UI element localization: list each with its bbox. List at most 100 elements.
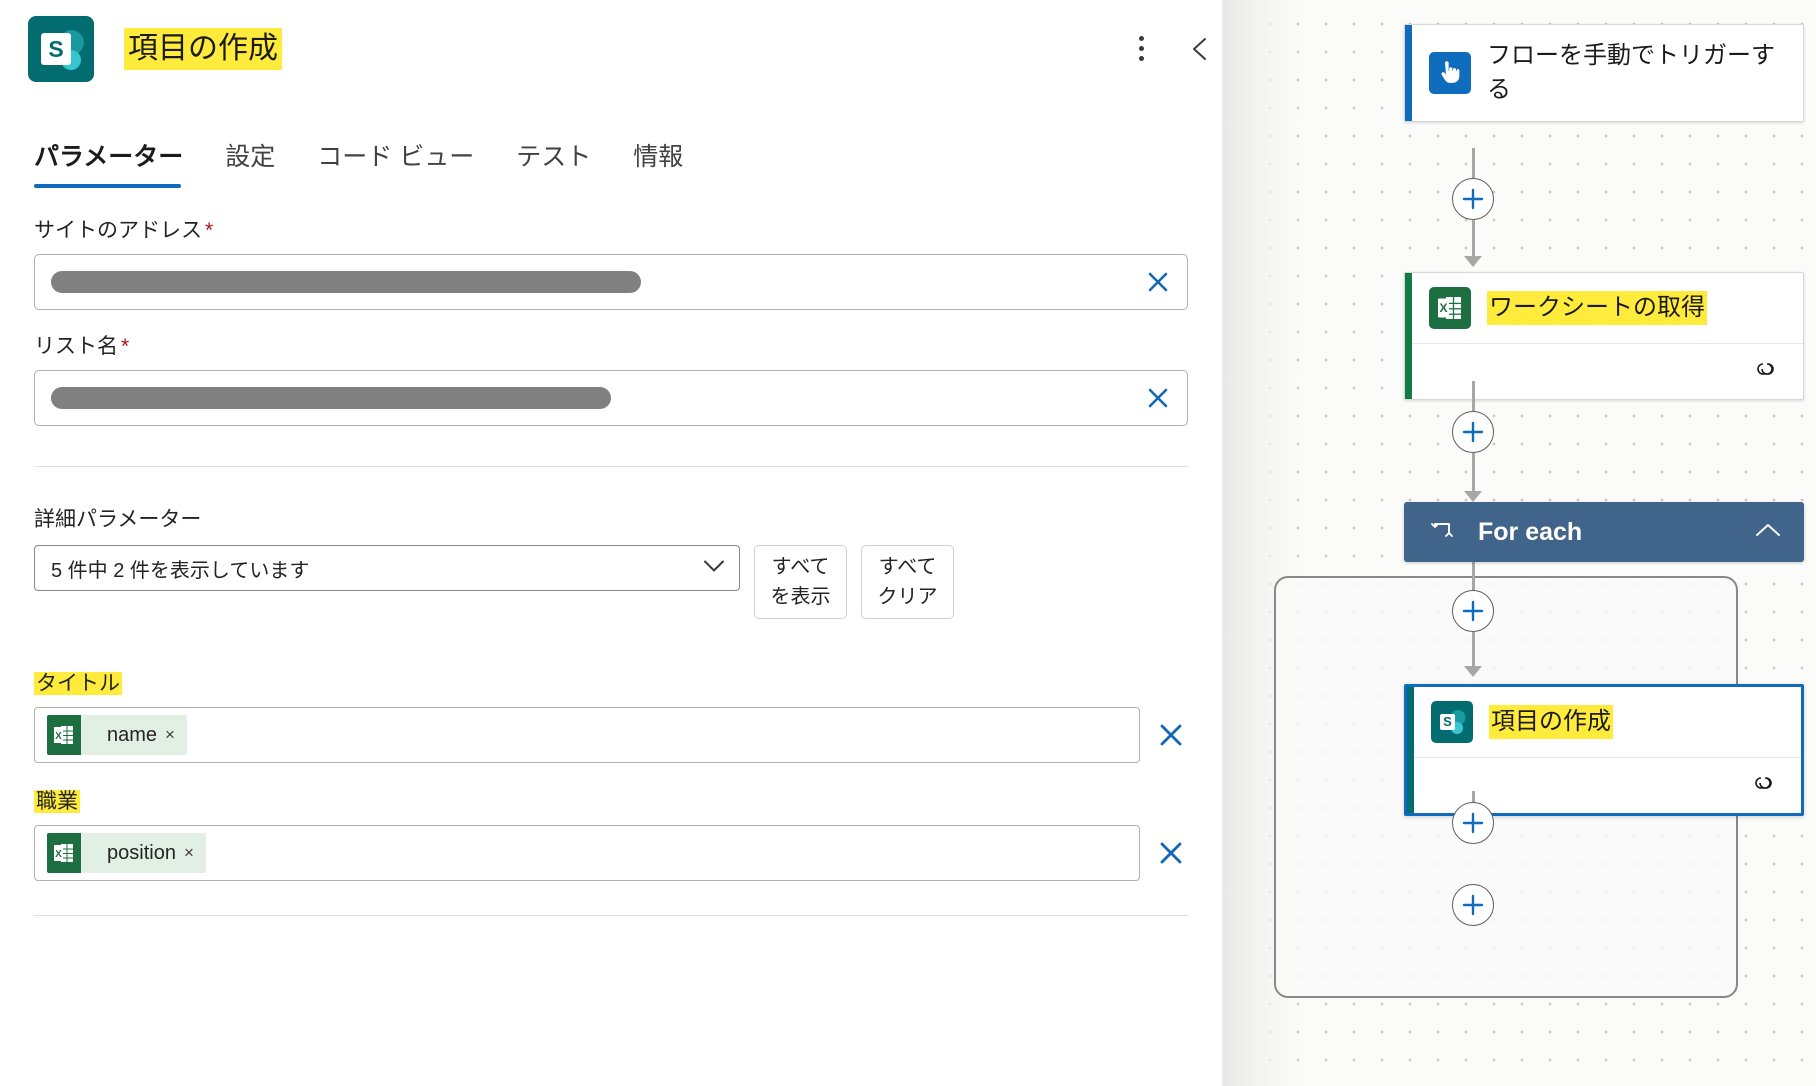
required-marker: * [205, 219, 214, 242]
add-step-in-loop-bottom[interactable] [1452, 802, 1494, 844]
svg-text:X: X [1439, 301, 1447, 315]
link-icon[interactable] [1749, 772, 1779, 799]
field-label-position: 職業 [34, 787, 80, 817]
connector-arrow [1464, 256, 1482, 267]
add-step-after-trigger[interactable] [1452, 178, 1494, 220]
svg-text:S: S [1443, 714, 1452, 729]
label-text: リスト名 [34, 335, 118, 358]
connector-line [1472, 220, 1475, 258]
kebab-dot [1138, 45, 1144, 51]
connector-line [1472, 148, 1475, 178]
field-label-site-address: サイトのアドレス * [34, 216, 213, 246]
node-get-worksheet[interactable]: X ワークシートの取得 [1404, 272, 1804, 400]
node-title: ワークシートの取得 [1487, 291, 1707, 325]
position-input[interactable]: X position × [34, 825, 1140, 881]
link-icon[interactable] [1751, 358, 1781, 385]
required-marker: * [121, 335, 130, 358]
section-divider [34, 466, 1188, 467]
loop-icon [1430, 518, 1456, 547]
node-title: For each [1478, 517, 1583, 546]
kebab-dot [1138, 35, 1144, 41]
page-title: 項目の作成 [124, 28, 282, 70]
clear-list-name-icon[interactable] [1143, 383, 1173, 413]
tab-bar: パラメーター 設定 コード ビュー テスト 情報 [0, 140, 1222, 202]
sharepoint-icon: S [1431, 701, 1473, 743]
clear-site-address-icon[interactable] [1143, 267, 1173, 297]
connector-line [1472, 381, 1475, 411]
chevron-up-icon[interactable] [1754, 521, 1782, 544]
connector-arrow [1464, 491, 1482, 502]
excel-icon: X [47, 715, 81, 755]
clear-title-icon[interactable] [1154, 718, 1188, 752]
excel-icon: X [1429, 287, 1471, 329]
add-step-after-loop[interactable] [1452, 884, 1494, 926]
tab-test[interactable]: テスト [516, 140, 611, 188]
show-all-button[interactable]: すべてを表示 [754, 545, 847, 619]
parameters-form: サイトのアドレス * リスト名 * 詳細パラメーター 5 件中 2 件を表示して… [0, 216, 1222, 916]
dropdown-value: 5 件中 2 件を表示しています [51, 559, 310, 582]
node-accent-bar [1405, 273, 1412, 399]
label-text: サイトのアドレス [34, 219, 202, 242]
connector-line [1472, 632, 1475, 668]
input-row-site-address [34, 254, 1188, 310]
tab-code-view[interactable]: コード ビュー [317, 140, 494, 188]
form-bottom-divider [34, 915, 1188, 916]
list-name-input[interactable] [34, 370, 1188, 426]
advanced-parameters-dropdown[interactable]: 5 件中 2 件を表示しています [34, 545, 740, 591]
field-position: 職業 X position × [0, 787, 1222, 881]
connector-arrow [1464, 666, 1482, 677]
node-create-item[interactable]: S 項目の作成 [1404, 684, 1804, 816]
advanced-parameters-heading: 詳細パラメーター [34, 508, 202, 531]
flow-canvas[interactable]: フローを手動でトリガーする X ワークシートの取得 For each S 項目の… [1222, 0, 1816, 1086]
site-address-input[interactable] [34, 254, 1188, 310]
excel-icon: X [47, 833, 81, 873]
input-row-position: X position × [34, 825, 1188, 881]
chevron-left-icon[interactable] [1180, 26, 1220, 70]
tab-parameters[interactable]: パラメーター [34, 140, 203, 188]
redaction-bar [51, 387, 611, 409]
more-options-icon[interactable] [1124, 28, 1158, 68]
field-label-list-name: リスト名 * [34, 332, 129, 362]
node-foreach-header[interactable]: For each [1404, 502, 1804, 562]
input-row-title: X name × [34, 707, 1188, 763]
chevron-down-icon [703, 557, 725, 580]
node-accent-bar [1407, 687, 1414, 813]
label-text: タイトル [34, 672, 122, 695]
title-input[interactable]: X name × [34, 707, 1140, 763]
action-details-panel: S 項目の作成 パラメーター 設定 コード ビュー テスト 情報 サイトのアドレ… [0, 0, 1222, 1086]
remove-token-icon[interactable]: × [184, 843, 206, 863]
flow-designer: S 項目の作成 パラメーター 設定 コード ビュー テスト 情報 サイトのアドレ… [0, 0, 1816, 1086]
kebab-dot [1138, 55, 1144, 61]
token-chip-label: name [107, 723, 158, 746]
panel-header: S 項目の作成 [0, 0, 1222, 110]
token-chip-position[interactable]: X position × [47, 833, 206, 873]
redaction-bar [51, 271, 641, 293]
remove-token-icon[interactable]: × [165, 725, 187, 745]
tab-about[interactable]: 情報 [633, 140, 703, 188]
label-text: 職業 [34, 790, 80, 813]
svg-text:X: X [55, 849, 62, 860]
node-title: フローを手動でトリガーする [1487, 42, 1775, 103]
connector-line [1472, 562, 1475, 590]
tap-hand-icon [1429, 52, 1471, 94]
node-footer [1405, 343, 1803, 399]
field-list-name: リスト名 * [0, 332, 1222, 426]
input-row-list-name [34, 370, 1188, 426]
clear-position-icon[interactable] [1154, 836, 1188, 870]
token-chip-label: position [107, 841, 176, 864]
field-label-title: タイトル [34, 669, 122, 699]
node-header: X ワークシートの取得 [1405, 273, 1803, 343]
node-trigger-manual[interactable]: フローを手動でトリガーする [1404, 24, 1804, 122]
token-chip-name[interactable]: X name × [47, 715, 187, 755]
node-header: フローを手動でトリガーする [1405, 25, 1803, 121]
add-step-in-loop-top[interactable] [1452, 590, 1494, 632]
advanced-parameters-row: 5 件中 2 件を表示しています すべてを表示 すべてクリア [0, 545, 1222, 619]
sharepoint-icon-letter: S [41, 33, 71, 65]
tab-settings[interactable]: 設定 [225, 140, 295, 188]
add-step-after-worksheet[interactable] [1452, 411, 1494, 453]
sharepoint-icon: S [28, 16, 94, 82]
node-accent-bar [1405, 25, 1412, 121]
field-title: タイトル X name × [0, 669, 1222, 763]
clear-all-button[interactable]: すべてクリア [861, 545, 954, 619]
node-title: 項目の作成 [1489, 705, 1613, 739]
